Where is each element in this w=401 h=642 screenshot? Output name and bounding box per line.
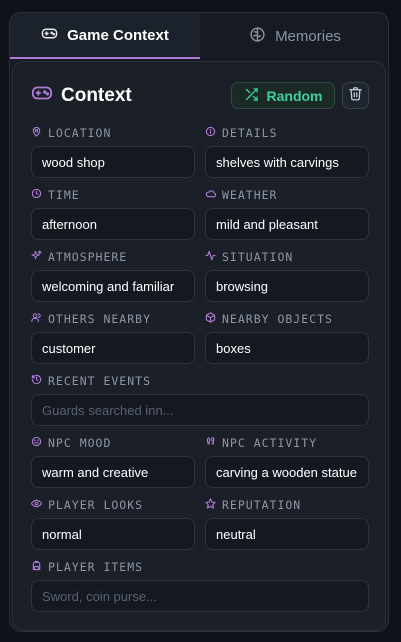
player-looks-field: PLAYER LOOKS normal — [30, 498, 195, 550]
details-input[interactable]: shelves with carvings — [205, 146, 369, 178]
situation-label: SITUATION — [222, 250, 294, 264]
others-nearby-label: OTHERS NEARBY — [48, 312, 152, 326]
sparkles-icon — [31, 250, 42, 264]
reputation-field: REPUTATION neutral — [205, 498, 369, 550]
location-label: LOCATION — [48, 126, 112, 140]
atmosphere-label: ATMOSPHERE — [48, 250, 128, 264]
location-input[interactable]: wood shop — [31, 146, 195, 178]
recent-events-field: RECENT EVENTS Guards searched inn... — [31, 374, 369, 426]
weather-input[interactable]: mild and pleasant — [205, 208, 369, 240]
npc-mood-input[interactable]: warm and creative — [31, 456, 195, 488]
tab-memories[interactable]: Memories — [200, 13, 388, 59]
npc-mood-field: NPC MOOD warm and creative — [31, 436, 195, 488]
footprints-icon — [205, 436, 216, 450]
npc-activity-label: NPC ACTIVITY — [222, 436, 318, 450]
shuffle-icon — [244, 87, 259, 105]
recent-events-label: RECENT EVENTS — [48, 374, 152, 388]
situation-input[interactable]: browsing — [205, 270, 369, 302]
others-nearby-input[interactable]: customer — [31, 332, 195, 364]
atmosphere-input[interactable]: welcoming and familiar — [31, 270, 195, 302]
recent-events-input[interactable]: Guards searched inn... — [31, 394, 369, 426]
others-nearby-field: OTHERS NEARBY customer — [31, 312, 195, 364]
situation-field: SITUATION browsing — [205, 250, 369, 302]
map-pin-icon — [31, 126, 42, 140]
smile-icon — [31, 436, 42, 450]
info-icon — [205, 126, 216, 140]
location-field: LOCATION wood shop — [31, 126, 195, 178]
player-items-label: PLAYER ITEMS — [48, 560, 144, 574]
tab-bar: Game Context Memories — [10, 13, 388, 59]
weather-field: WEATHER mild and pleasant — [205, 188, 369, 240]
player-items-field: PLAYER ITEMS Sword, coin purse... — [31, 560, 369, 612]
clear-button[interactable] — [342, 82, 369, 109]
box-icon — [205, 312, 216, 326]
tab-label: Game Context — [67, 26, 169, 44]
player-looks-input[interactable]: normal — [31, 518, 195, 550]
backpack-icon — [31, 560, 42, 574]
cloud-icon — [205, 188, 217, 202]
atmosphere-field: ATMOSPHERE welcoming and familiar — [31, 250, 195, 302]
context-panel: Game Context Memories Context Random LOC… — [9, 12, 389, 632]
random-button-label: Random — [266, 87, 323, 104]
tab-game-context[interactable]: Game Context — [10, 13, 200, 59]
nearby-objects-input[interactable]: boxes — [205, 332, 369, 364]
player-items-input[interactable]: Sword, coin purse... — [31, 580, 369, 612]
activity-icon — [205, 250, 216, 264]
npc-activity-input[interactable]: carving a wooden statue — [205, 456, 369, 488]
star-icon — [205, 498, 216, 512]
page-title: Context — [61, 84, 132, 106]
npc-activity-field: NPC ACTIVITY carving a wooden statue — [205, 436, 369, 488]
player-looks-label: PLAYER LOOKS — [48, 498, 144, 512]
reputation-label: REPUTATION — [222, 498, 302, 512]
brain-icon — [249, 26, 266, 47]
time-field: TIME afternoon — [31, 188, 195, 240]
weather-label: WEATHER — [222, 188, 278, 202]
eye-icon — [30, 498, 43, 512]
trash-icon — [348, 86, 363, 106]
random-button[interactable]: Random — [231, 82, 335, 109]
tab-label: Memories — [275, 27, 341, 45]
history-icon — [31, 374, 42, 388]
time-label: TIME — [48, 188, 80, 202]
time-input[interactable]: afternoon — [31, 208, 195, 240]
reputation-input[interactable]: neutral — [205, 518, 369, 550]
gamepad-icon — [41, 25, 58, 46]
users-icon — [31, 312, 42, 326]
card-header: Context — [31, 82, 132, 109]
clock-icon — [31, 188, 42, 202]
npc-mood-label: NPC MOOD — [48, 436, 112, 450]
details-field: DETAILS shelves with carvings — [205, 126, 369, 178]
nearby-objects-field: NEARBY OBJECTS boxes — [205, 312, 369, 364]
gamepad-icon — [31, 82, 53, 109]
details-label: DETAILS — [222, 126, 278, 140]
context-card: Context Random LOCATION wood shop DETAIL… — [12, 61, 386, 631]
nearby-objects-label: NEARBY OBJECTS — [222, 312, 333, 326]
